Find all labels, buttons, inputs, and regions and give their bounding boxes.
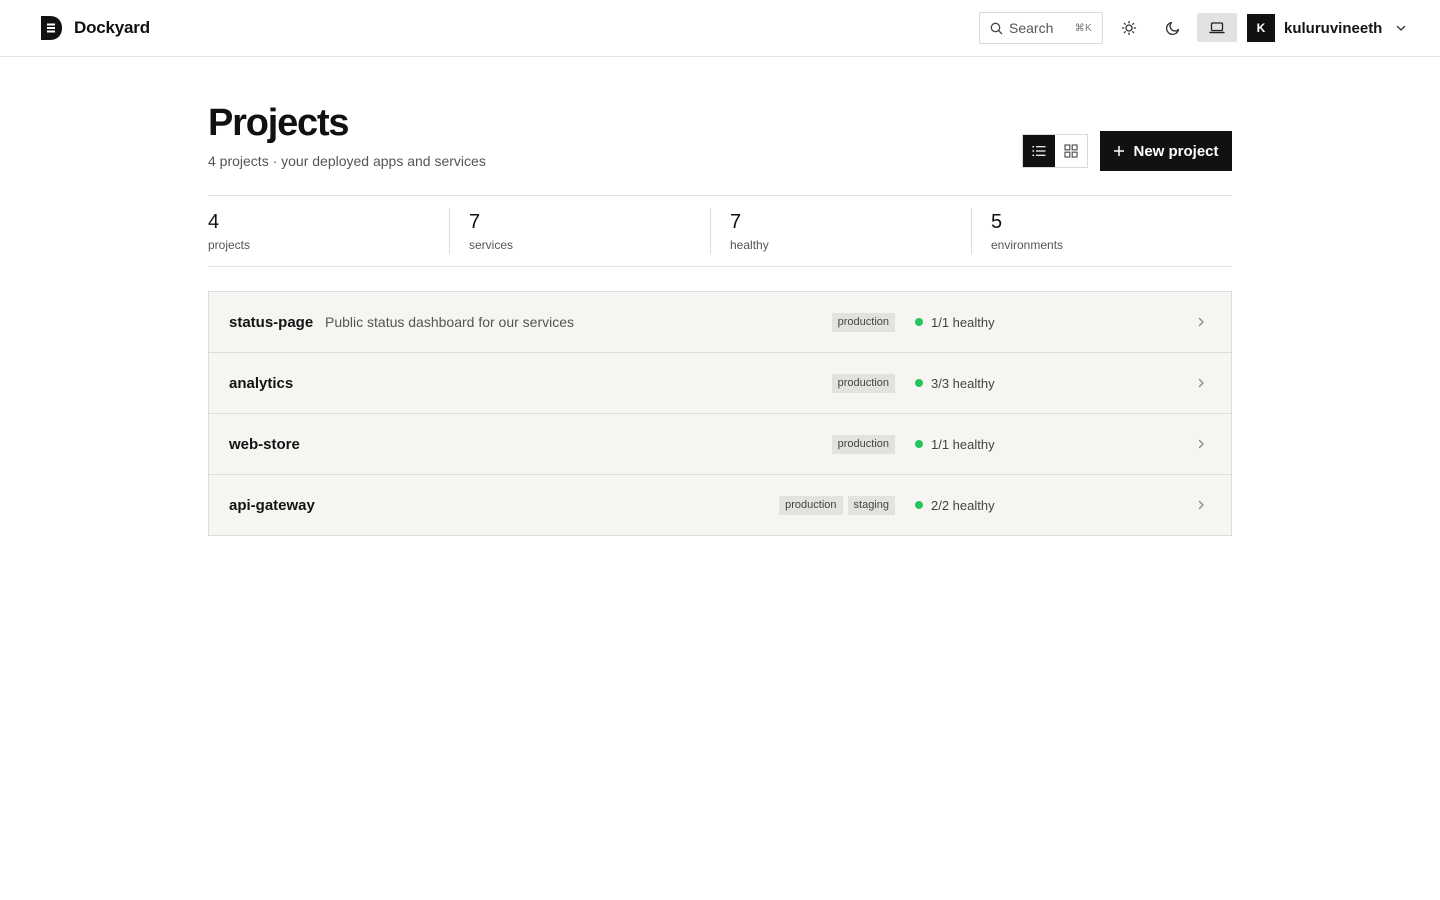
- healthy-dot-icon: [915, 440, 923, 448]
- stat-value: 5: [991, 211, 1003, 233]
- list-view-button[interactable]: [1023, 135, 1055, 167]
- brand[interactable]: Dockyard: [38, 14, 150, 42]
- healthy-dot-icon: [915, 501, 923, 509]
- search-shortcut: ⌘K: [1074, 22, 1092, 34]
- stat-environments: 5 environments: [971, 196, 1232, 266]
- stat-label: healthy: [730, 238, 769, 252]
- stat-label: projects: [208, 238, 251, 252]
- environment-tags: production: [831, 434, 895, 454]
- environment-tag: production: [831, 312, 895, 332]
- stat-value: 7: [469, 211, 481, 233]
- healthy-dot-icon: [915, 318, 923, 326]
- chevron-right-icon: [1198, 317, 1204, 327]
- environment-tag: production: [831, 434, 895, 454]
- project-row-api-gateway[interactable]: api-gateway production staging 2/2 healt…: [209, 475, 1231, 535]
- username: kuluruvineeth: [1284, 19, 1383, 37]
- view-toggle: [1022, 134, 1088, 168]
- health-text: 1/1 healthy: [931, 314, 995, 330]
- project-list: status-page Public status dashboard for …: [208, 291, 1232, 536]
- search-box[interactable]: Search ⌘K: [979, 12, 1103, 44]
- stat-value: 4: [208, 211, 220, 233]
- project-row-analytics[interactable]: analytics production 3/3 healthy: [209, 353, 1231, 414]
- stat-services: 7 services: [449, 196, 710, 266]
- new-project-label: New project: [1133, 142, 1219, 160]
- search-icon: [990, 22, 1003, 34]
- project-name: status-page: [229, 313, 314, 331]
- stat-label: environments: [991, 238, 1064, 252]
- project-row-status-page[interactable]: status-page Public status dashboard for …: [209, 292, 1231, 353]
- grid-icon: [1064, 144, 1078, 158]
- chevron-down-icon: [1397, 25, 1406, 31]
- sun-icon: [1121, 20, 1137, 35]
- health-status: 1/1 healthy: [915, 315, 995, 330]
- moon-icon: [1165, 21, 1180, 35]
- light-theme-button[interactable]: [1109, 13, 1149, 42]
- laptop-icon: [1209, 21, 1225, 33]
- search-placeholder: Search: [1009, 20, 1054, 36]
- top-bar: Dockyard Search ⌘K K kuluruvineeth: [0, 0, 1440, 57]
- new-project-button[interactable]: New project: [1100, 131, 1232, 171]
- dark-theme-button[interactable]: [1153, 13, 1193, 42]
- user-menu[interactable]: K kuluruvineeth: [1247, 14, 1407, 42]
- chevron-right-icon: [1198, 500, 1204, 510]
- dockyard-logo-icon: [41, 16, 62, 40]
- health-status: 2/2 healthy: [915, 498, 995, 513]
- grid-view-button[interactable]: [1055, 135, 1087, 167]
- environment-tag: production: [779, 495, 843, 515]
- plus-icon: [1114, 146, 1125, 156]
- healthy-dot-icon: [915, 379, 923, 387]
- health-status: 3/3 healthy: [915, 376, 995, 391]
- health-text: 3/3 healthy: [931, 375, 995, 391]
- environment-tags: production staging: [779, 495, 895, 515]
- health-text: 2/2 healthy: [931, 497, 995, 513]
- avatar: K: [1247, 14, 1275, 42]
- project-row-web-store[interactable]: web-store production 1/1 healthy: [209, 414, 1231, 475]
- project-description: Public status dashboard for our services: [325, 314, 575, 330]
- health-status: 1/1 healthy: [915, 437, 995, 452]
- stat-projects: 4 projects: [208, 196, 449, 266]
- environment-tag: staging: [847, 495, 895, 515]
- page-subtitle: 4 projects · your deployed apps and serv…: [208, 153, 486, 169]
- page-title: Projects: [208, 102, 350, 144]
- project-name: web-store: [229, 435, 300, 453]
- environment-tags: production: [831, 312, 895, 332]
- project-name: api-gateway: [229, 496, 315, 514]
- chevron-right-icon: [1198, 439, 1204, 449]
- list-icon: [1032, 146, 1046, 156]
- project-name: analytics: [229, 374, 294, 392]
- stat-label: services: [469, 238, 514, 252]
- environment-tags: production: [831, 373, 895, 393]
- stat-healthy: 7 healthy: [710, 196, 971, 266]
- app-name: Dockyard: [74, 18, 150, 37]
- health-text: 1/1 healthy: [931, 436, 995, 452]
- stats-bar: 4 projects 7 services 7 healthy 5 enviro…: [208, 195, 1232, 267]
- chevron-right-icon: [1198, 378, 1204, 388]
- system-theme-button[interactable]: [1197, 13, 1237, 42]
- stat-value: 7: [730, 211, 742, 233]
- environment-tag: production: [831, 373, 895, 393]
